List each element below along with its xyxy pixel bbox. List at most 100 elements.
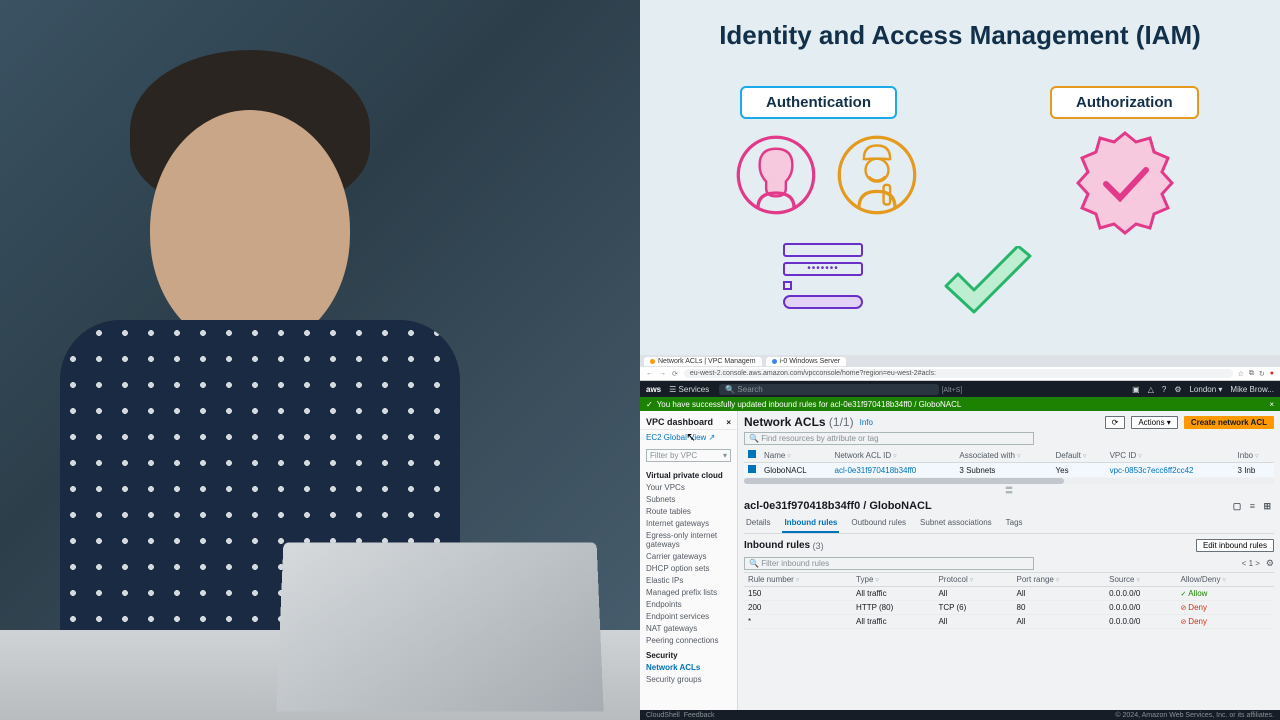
sidebar-item[interactable]: Endpoint services [640,610,737,622]
col-header[interactable]: Default [1052,448,1106,463]
close-icon[interactable]: × [1269,400,1274,409]
select-all-checkbox[interactable] [744,448,760,463]
col-header[interactable]: Network ACL ID [831,448,956,463]
refresh-button[interactable]: ⟳ [1105,416,1126,429]
extensions-icon[interactable]: ☆ [1238,370,1244,378]
inbound-rules-table: Rule number Type Protocol Port range Sou… [744,572,1274,629]
col-header[interactable]: Port range [1013,573,1106,587]
tab-outbound-rules[interactable]: Outbound rules [849,515,908,533]
notifications-icon[interactable]: △ [1148,385,1154,394]
table-row[interactable]: GloboNACL acl-0e31f970418b34ff0 3 Subnet… [744,463,1274,478]
filter-by-vpc-select[interactable]: Filter by VPC [646,449,731,462]
tab-subnet-associations[interactable]: Subnet associations [918,515,994,533]
col-header[interactable]: Inbo [1234,448,1274,463]
col-header[interactable]: Name [760,448,831,463]
settings-icon[interactable]: ⚙ [1266,558,1274,569]
sidebar-title[interactable]: VPC dashboard× [640,415,737,430]
col-header[interactable]: Allow/Deny [1176,573,1274,587]
col-header[interactable]: Rule number [744,573,852,587]
table-row: 200HTTP (80)TCP (6)800.0.0.0/0Deny [744,601,1274,615]
tab-tags[interactable]: Tags [1004,515,1025,533]
user-female-icon [735,134,817,216]
rules-pager[interactable]: < 1 > [1242,559,1260,568]
sidebar-item[interactable]: Egress-only internet gateways [640,529,737,550]
settings-icon[interactable]: ⚙ [1174,385,1181,394]
col-header[interactable]: Source [1105,573,1176,587]
sidebar-item[interactable]: Route tables [640,505,737,517]
login-form-icon [783,238,863,309]
sidebar-item[interactable]: DHCP option sets [640,562,737,574]
table-row: *All trafficAllAll0.0.0.0/0Deny [744,615,1274,629]
tab-inbound-rules[interactable]: Inbound rules [782,515,839,533]
col-header[interactable]: Protocol [934,573,1012,587]
sidebar-item[interactable]: Internet gateways [640,517,737,529]
copyright-text: © 2024, Amazon Web Services, Inc. or its… [1115,712,1274,719]
reload-icon[interactable]: ⟳ [672,370,678,378]
nacl-table: Name Network ACL ID Associated with Defa… [744,448,1274,477]
row-checkbox[interactable] [744,463,760,478]
find-resources-input[interactable]: Find resources by attribute or tag [744,432,1034,445]
sidebar-item-network-acls[interactable]: Network ACLs [640,661,737,673]
approval-seal-icon [1070,128,1180,238]
account-menu[interactable]: Mike Brow... [1230,385,1274,394]
console-footer: CloudShell Feedback © 2024, Amazon Web S… [640,710,1280,720]
sidebar-item[interactable]: NAT gateways [640,622,737,634]
resize-handle[interactable]: 〓 [744,484,1274,497]
view-mode-icons[interactable]: ▢ ≡ ⊞ [1233,501,1274,512]
hero-photo [0,0,640,720]
user-male-icon [836,134,918,216]
browser-tab[interactable]: i-0 Windows Server [766,357,847,366]
address-input[interactable]: eu-west-2.console.aws.amazon.com/vpccons… [684,369,1233,378]
detail-heading: acl-0e31f970418b34ff0 / GloboNACL [744,500,932,512]
sidebar-item[interactable]: Carrier gateways [640,550,737,562]
detail-tabs: Details Inbound rules Outbound rules Sub… [744,515,1274,534]
banner-text: You have successfully updated inbound ru… [657,400,962,409]
back-icon[interactable]: ← [646,370,653,377]
filter-rules-input[interactable]: Filter inbound rules [744,557,1034,570]
col-header[interactable]: Associated with [955,448,1051,463]
sidebar-item[interactable]: Endpoints [640,598,737,610]
forward-icon[interactable]: → [659,370,666,377]
col-header[interactable]: Type [852,573,934,587]
photo-shape [150,110,350,350]
extensions-icon[interactable]: ⧉ [1249,370,1254,378]
edit-inbound-rules-button[interactable]: Edit inbound rules [1196,539,1274,552]
extensions-icon[interactable]: ↻ [1259,370,1265,378]
rules-heading: Inbound rules [744,540,810,551]
sidebar-item[interactable]: Elastic IPs [640,574,737,586]
vpc-sidebar: VPC dashboard× EC2 Global View Filter by… [640,411,738,710]
cloudshell-icon[interactable]: ▣ [1132,385,1140,394]
sidebar-item[interactable]: Managed prefix lists [640,586,737,598]
col-header[interactable]: VPC ID [1106,448,1234,463]
authentication-pill: Authentication [740,86,897,119]
aws-logo-icon[interactable]: aws [646,385,661,394]
sidebar-item[interactable]: Your VPCs [640,481,737,493]
global-search-input[interactable]: 🔍 Search [719,384,939,395]
ec2-global-view-link[interactable]: EC2 Global View [640,430,737,445]
photo-shape [276,542,603,711]
vpc-id-link[interactable]: vpc-0853c7ecc6ff2cc42 [1106,463,1234,478]
feedback-link[interactable]: Feedback [684,712,715,719]
page-title: Identity and Access Management (IAM) [640,0,1280,51]
sidebar-item[interactable]: Subnets [640,493,737,505]
profile-icon[interactable]: ● [1270,370,1274,377]
browser-tab[interactable]: Network ACLs | VPC Managem [644,357,762,366]
check-circle-icon: ✓ [646,400,653,409]
help-icon[interactable]: ? [1162,385,1166,394]
table-row: 150All trafficAllAll0.0.0.0/0Allow [744,587,1274,601]
acl-id-link[interactable]: acl-0e31f970418b34ff0 [831,463,956,478]
checkmark-large-icon [940,246,1036,324]
aws-console: Network ACLs | VPC Managem i-0 Windows S… [640,355,1280,720]
success-banner: ✓ You have successfully updated inbound … [640,397,1280,411]
cloudshell-link[interactable]: CloudShell [646,712,680,719]
create-nacl-button[interactable]: Create network ACL [1184,416,1274,429]
sidebar-item[interactable]: Peering connections [640,634,737,646]
browser-tab-strip: Network ACLs | VPC Managem i-0 Windows S… [640,355,1280,367]
sidebar-item[interactable]: Security groups [640,673,737,685]
services-menu[interactable]: ☰ Services [669,385,709,394]
sidebar-category: Virtual private cloud [640,466,737,481]
info-link[interactable]: Info [860,418,873,427]
actions-button[interactable]: Actions ▾ [1131,416,1177,429]
region-selector[interactable]: London ▾ [1189,385,1222,394]
tab-details[interactable]: Details [744,515,772,533]
